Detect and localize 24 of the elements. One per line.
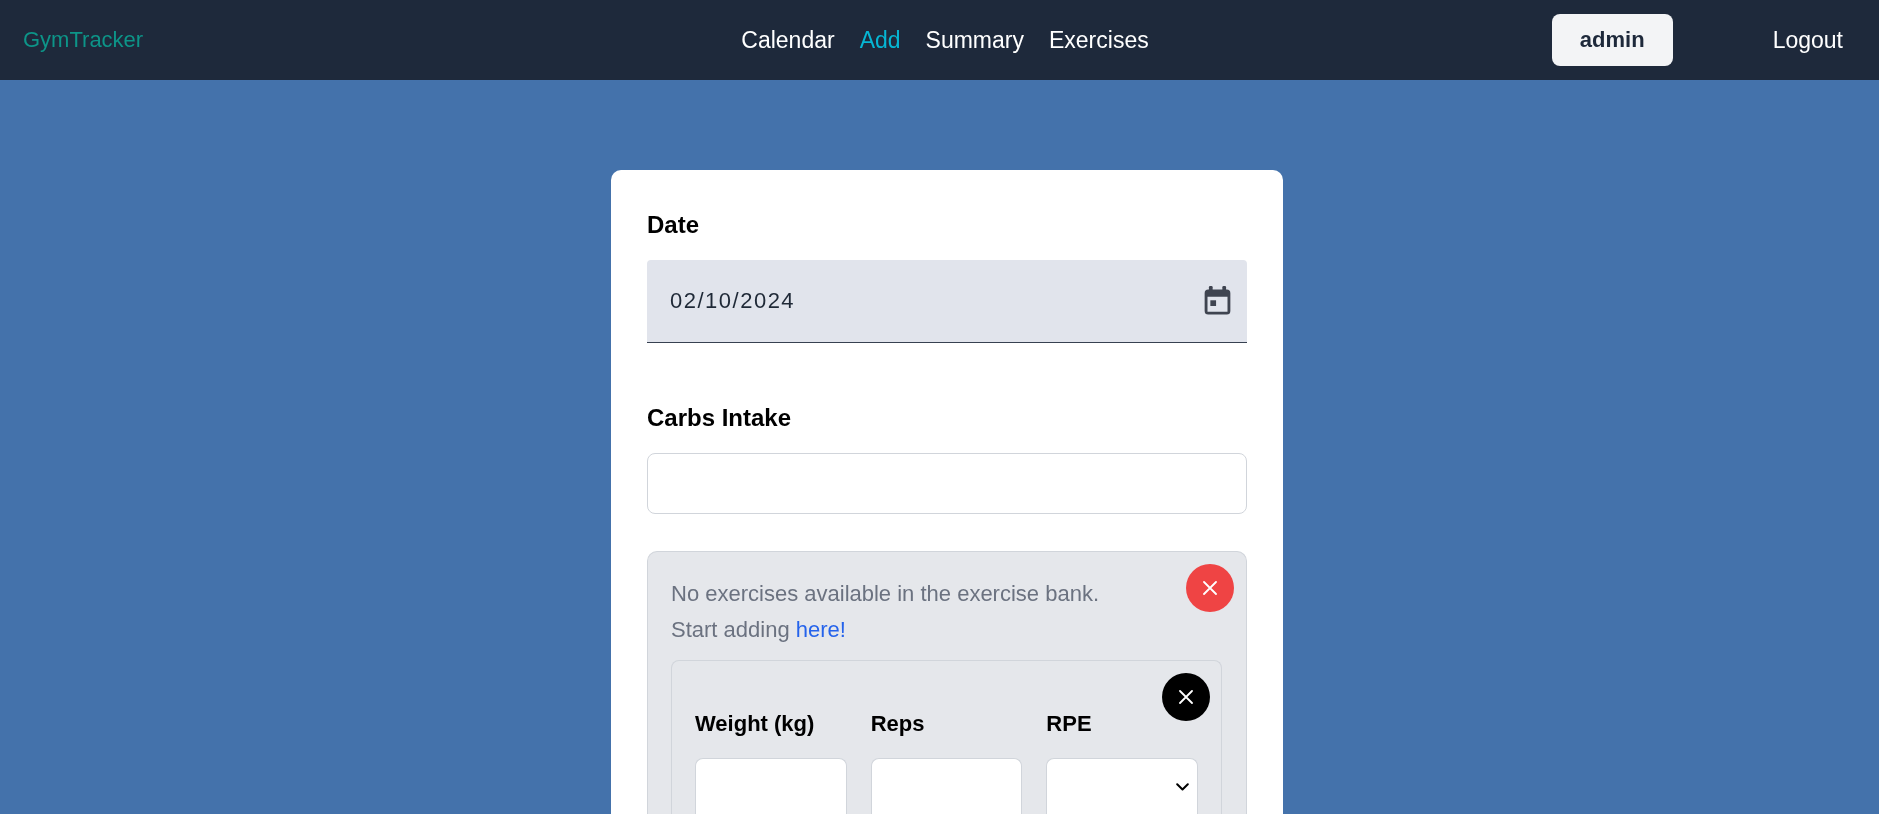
add-exercise-link[interactable]: here!: [795, 617, 846, 642]
empty-message: No exercises available in the exercise bank. Start adding here!: [671, 580, 1100, 644]
number-input[interactable]: [695, 758, 847, 814]
field-label: Weight (kg): [695, 711, 816, 737]
date-input[interactable]: 02/10/2024: [647, 260, 1247, 343]
calendar-icon[interactable]: [1203, 286, 1232, 316]
field-label: Reps: [870, 711, 926, 737]
dropdown-field[interactable]: [1046, 758, 1198, 814]
chevron-down-icon: [1176, 782, 1189, 791]
brand-name[interactable]: GymTracker: [23, 27, 144, 53]
field-label: Carbs Intake: [647, 403, 793, 432]
field-label: Date: [647, 210, 701, 239]
nav-link[interactable]: Exercises: [1049, 26, 1149, 54]
field-label: RPE: [1046, 711, 1093, 737]
nav-link[interactable]: Add: [859, 26, 901, 54]
close-icon: [1203, 581, 1217, 595]
close-button[interactable]: [1162, 673, 1210, 721]
nav-link[interactable]: Calendar: [741, 26, 835, 54]
logout-button[interactable]: Logout: [1772, 26, 1843, 54]
number-input[interactable]: [870, 758, 1023, 814]
username-button[interactable]: admin: [1551, 14, 1673, 66]
close-icon: [1179, 690, 1193, 704]
carbs-input[interactable]: [647, 453, 1247, 514]
nav-link[interactable]: Summary: [925, 26, 1024, 54]
